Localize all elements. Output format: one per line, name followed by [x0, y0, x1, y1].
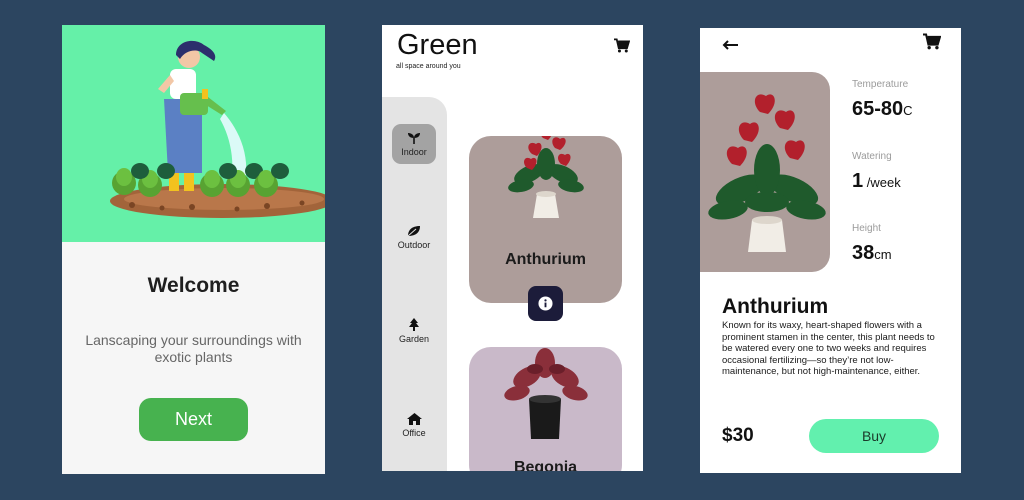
welcome-subtitle: Lanscaping your surroundings with exotic… — [85, 332, 302, 365]
back-arrow-icon[interactable] — [722, 37, 738, 55]
spec-unit: C — [903, 103, 913, 118]
gardener-illustration — [110, 40, 325, 218]
info-icon — [538, 296, 553, 311]
brand-title: Green — [397, 29, 478, 61]
product-photo — [700, 72, 830, 272]
temperature-label: Temperature — [852, 79, 909, 90]
anthurium-plant-image — [508, 136, 584, 218]
welcome-screen: Welcome Lanscaping your surroundings wit… — [62, 25, 325, 474]
product-name: Begonia — [513, 459, 578, 471]
category-garden[interactable]: Garden — [392, 311, 436, 351]
next-button[interactable]: Next — [139, 398, 248, 441]
buy-button[interactable]: Buy — [809, 419, 939, 453]
info-button[interactable] — [528, 286, 563, 321]
category-outdoor[interactable]: Outdoor — [392, 217, 436, 257]
watering-label: Watering — [852, 151, 892, 162]
spec-number: 65-80 — [852, 98, 904, 120]
watering-value: 1 /week — [852, 170, 901, 193]
detail-screen: Temperature 65-80C Watering 1 /week Heig… — [700, 28, 961, 473]
brand-tagline: all space around you — [396, 63, 461, 70]
house-icon — [406, 412, 422, 425]
category-label: Office — [402, 427, 426, 438]
product-title: Anthurium — [722, 295, 829, 318]
cart-icon[interactable] — [613, 38, 631, 58]
hero-illustration — [62, 25, 325, 242]
begonia-plant-image — [504, 348, 588, 439]
sprout-icon — [408, 132, 420, 144]
leaf-icon — [407, 225, 420, 236]
category-label: Indoor — [401, 146, 427, 157]
product-card-anthurium[interactable]: Anthurium — [469, 136, 622, 303]
product-name: Anthurium — [505, 251, 586, 268]
category-office[interactable]: Office — [392, 405, 436, 445]
anthurium-plant-image — [708, 94, 826, 252]
welcome-title: Welcome — [147, 274, 240, 297]
category-sidebar: Indoor Outdoor Garden Office — [382, 97, 447, 471]
spec-unit: cm — [874, 247, 892, 262]
category-indoor[interactable]: Indoor — [392, 124, 436, 164]
product-price: $30 — [722, 425, 754, 446]
cart-icon[interactable] — [922, 33, 942, 55]
spec-number: 1 — [852, 170, 864, 192]
spec-number: 38 — [852, 242, 875, 264]
category-label: Garden — [398, 334, 430, 344]
temperature-value: 65-80C — [852, 98, 913, 121]
product-description: Known for its waxy, heart-shaped flowers… — [722, 320, 935, 378]
height-value: 38cm — [852, 242, 892, 265]
spec-unit: /week — [863, 175, 901, 190]
height-label: Height — [852, 223, 881, 234]
catalog-screen: Green all space around you Indoor Outdoo… — [382, 25, 643, 471]
category-label: Outdoor — [397, 239, 431, 250]
product-card-begonia[interactable]: Begonia — [469, 347, 622, 471]
tree-icon — [409, 318, 419, 331]
